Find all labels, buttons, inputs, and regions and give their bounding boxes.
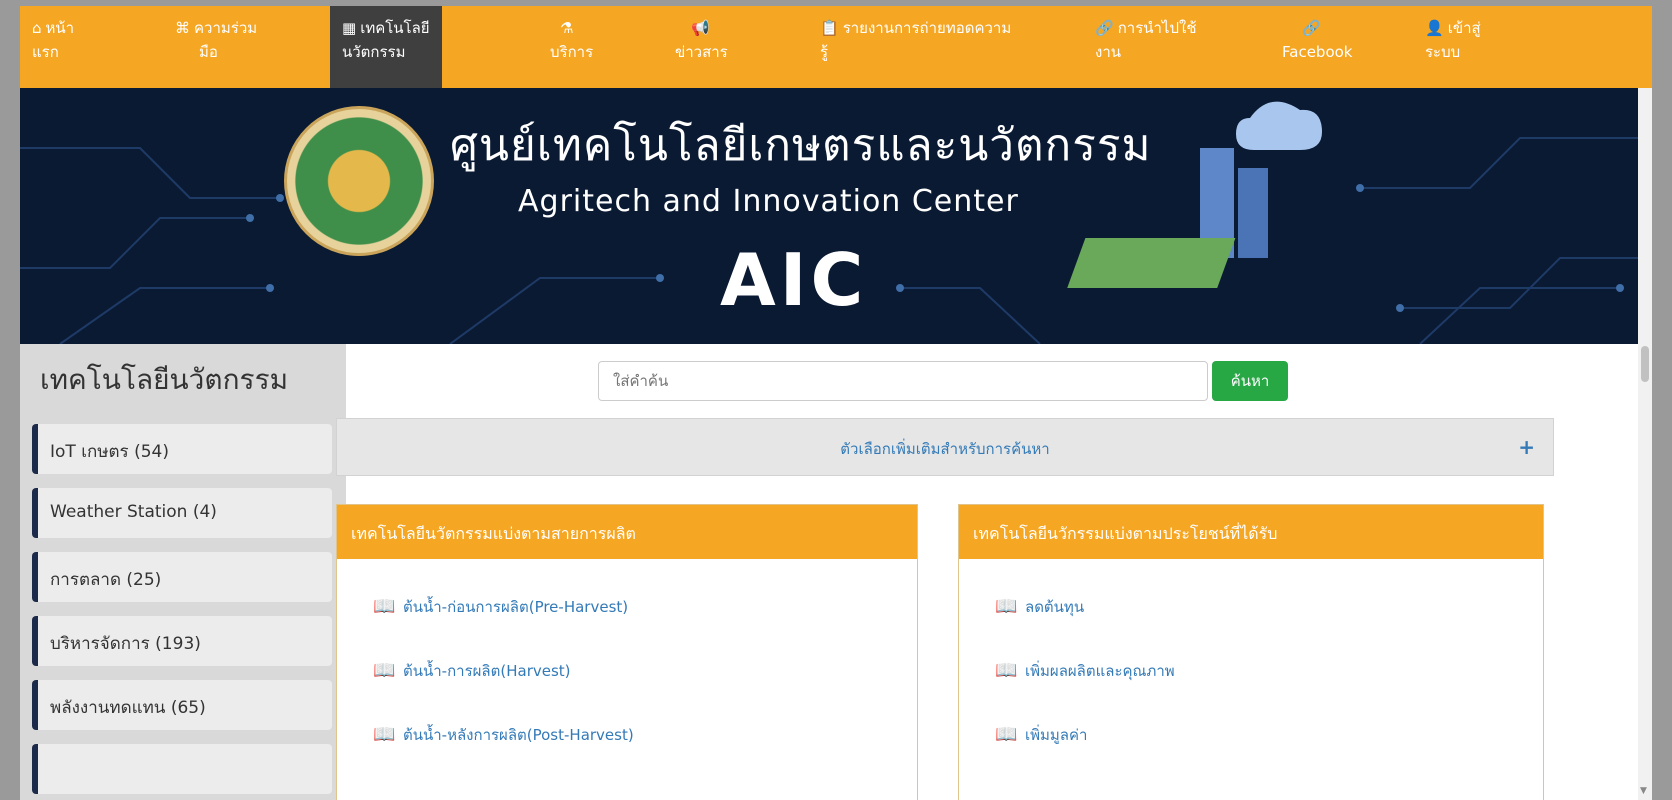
- browser-page: ⌂ หน้า แรก ⌘ ความร่วม มือ ▦ เทคโนโลยี นวัตก…: [20, 6, 1652, 800]
- facebook-link-icon: 🔗: [1302, 19, 1321, 37]
- panel-by-benefit: เทคโนโลยีนวักรรมแบ่งตามประโยชน์ที่ได้รับ…: [958, 504, 1544, 800]
- home-icon: ⌂: [32, 19, 42, 37]
- grid-icon: ▦: [342, 19, 357, 37]
- nav-home-label: หน้า: [45, 19, 75, 37]
- link-reduce-cost[interactable]: 📖 ลดต้นทุน: [995, 595, 1084, 619]
- nav-knowledge-report[interactable]: 📋 รายงานการถ่ายทอดความ รู้: [820, 16, 1011, 64]
- nav-home[interactable]: ⌂ หน้า แรก: [32, 16, 74, 64]
- link-harvest[interactable]: 📖 ต้นน้ำ-การผลิต(Harvest): [373, 659, 571, 683]
- nav-home-label-2: แรก: [32, 43, 59, 61]
- link-pre-harvest-label: ต้นน้ำ-ก่อนการผลิต(Pre-Harvest): [403, 598, 629, 616]
- open-book-icon: 📖: [995, 596, 1018, 617]
- sidebar-item-weather-station[interactable]: Weather Station (4): [32, 488, 332, 538]
- link-reduce-cost-label: ลดต้นทุน: [1025, 598, 1085, 616]
- panel-by-production: เทคโนโลยีนวัตกรรมแบ่งตามสายการผลิต 📖 ต้นน…: [336, 504, 918, 800]
- sidebar-item-iot[interactable]: IoT เกษตร (54): [32, 424, 332, 474]
- link-post-harvest[interactable]: 📖 ต้นน้ำ-หลังการผลิต(Post-Harvest): [373, 723, 634, 747]
- nav-usage-label-2: งาน: [1095, 43, 1122, 61]
- nav-cooperation-label-2: มือ: [199, 43, 218, 61]
- sidebar-item-marketing[interactable]: การตลาด (25): [32, 552, 332, 602]
- panel-by-production-title: เทคโนโลยีนวัตกรรมแบ่งตามสายการผลิต: [337, 505, 917, 559]
- hero-banner: ศูนย์เทคโนโลยีเกษตรและนวัตกรรม Agritech …: [20, 88, 1652, 344]
- sidebar-item-management[interactable]: บริหารจัดการ (193): [32, 616, 332, 666]
- category-sidebar: เทคโนโลยีนวัตกรรม IoT เกษตร (54) Weather…: [20, 344, 346, 800]
- banner-title-english: Agritech and Innovation Center: [518, 184, 1019, 219]
- nav-login-label-2: ระบบ: [1425, 43, 1461, 61]
- nav-usage-label: การนำไปใช้: [1117, 19, 1197, 37]
- panel-by-benefit-title: เทคโนโลยีนวักรรมแบ่งตามประโยชน์ที่ได้รับ: [959, 505, 1543, 559]
- banner-title-thai: ศูนย์เทคโนโลยีเกษตรและนวัตกรรม: [450, 120, 1152, 171]
- nav-technology-label: เทคโนโลยี: [360, 19, 430, 37]
- nav-services[interactable]: ⚗ บริการ: [550, 16, 593, 64]
- nav-facebook-label: Facebook: [1282, 43, 1353, 61]
- link-icon: 🔗: [1095, 19, 1114, 37]
- search-button[interactable]: ค้นหา: [1212, 361, 1288, 401]
- open-book-icon: 📖: [995, 724, 1018, 745]
- nav-cooperation-label: ความร่วม: [194, 19, 258, 37]
- link-increase-yield-label: เพิ่มผลผลิตและคุณภาพ: [1025, 662, 1175, 680]
- nav-login[interactable]: 👤 เข้าสู่ ระบบ: [1425, 16, 1481, 64]
- link-pre-harvest[interactable]: 📖 ต้นน้ำ-ก่อนการผลิต(Pre-Harvest): [373, 595, 628, 619]
- sidebar-title: เทคโนโลยีนวัตกรรม: [40, 363, 289, 396]
- link-add-value-label: เพิ่มมูลค่า: [1025, 726, 1088, 744]
- nav-usage[interactable]: 🔗 การนำไปใช้ งาน: [1095, 16, 1197, 64]
- link-harvest-label: ต้นน้ำ-การผลิต(Harvest): [403, 662, 571, 680]
- nav-knowledge-report-label-2: รู้: [820, 43, 829, 61]
- ministry-seal-logo: [284, 106, 434, 256]
- scrollbar-thumb[interactable]: [1641, 346, 1649, 382]
- open-book-icon: 📖: [373, 660, 396, 681]
- clipboard-icon: 📋: [820, 19, 839, 37]
- sidebar-item-more[interactable]: [32, 744, 332, 794]
- top-navigation: ⌂ หน้า แรก ⌘ ความร่วม มือ ▦ เทคโนโลยี นวัตก…: [20, 6, 1652, 88]
- nav-cooperation[interactable]: ⌘ ความร่วม มือ: [175, 16, 257, 64]
- page-scrollbar[interactable]: ▼: [1638, 88, 1652, 800]
- user-icon: 👤: [1425, 19, 1444, 37]
- nav-technology-label-2: นวัตกรรม: [342, 43, 406, 61]
- nav-knowledge-report-label: รายงานการถ่ายทอดความ: [842, 19, 1012, 37]
- nav-news[interactable]: 📢 ข่าวสาร: [675, 16, 728, 64]
- open-book-icon: 📖: [373, 596, 396, 617]
- flask-icon: ⚗: [560, 19, 574, 37]
- scroll-down-icon[interactable]: ▼: [1640, 786, 1647, 796]
- search-input[interactable]: [598, 361, 1208, 401]
- advanced-search-toggle[interactable]: ตัวเลือกเพิ่มเติมสำหรับการค้นหา +: [336, 418, 1554, 476]
- link-add-value[interactable]: 📖 เพิ่มมูลค่า: [995, 723, 1087, 747]
- nav-services-label: บริการ: [550, 43, 594, 61]
- open-book-icon: 📖: [995, 660, 1018, 681]
- nav-technology[interactable]: ▦ เทคโนโลยี นวัตกรรม: [330, 6, 442, 88]
- sidebar-item-renewable-energy[interactable]: พลังงานทดแทน (65): [32, 680, 332, 730]
- megaphone-icon: 📢: [691, 19, 710, 37]
- banner-abbreviation: AIC: [720, 238, 868, 322]
- command-icon: ⌘: [175, 19, 190, 37]
- link-post-harvest-label: ต้นน้ำ-หลังการผลิต(Post-Harvest): [403, 726, 634, 744]
- plus-icon: +: [1518, 435, 1535, 459]
- link-increase-yield[interactable]: 📖 เพิ่มผลผลิตและคุณภาพ: [995, 659, 1175, 683]
- advanced-search-label: ตัวเลือกเพิ่มเติมสำหรับการค้นหา: [840, 440, 1050, 458]
- nav-facebook[interactable]: 🔗 Facebook: [1282, 16, 1352, 64]
- nav-login-label: เข้าสู่: [1447, 19, 1481, 37]
- open-book-icon: 📖: [373, 724, 396, 745]
- nav-news-label: ข่าวสาร: [675, 43, 728, 61]
